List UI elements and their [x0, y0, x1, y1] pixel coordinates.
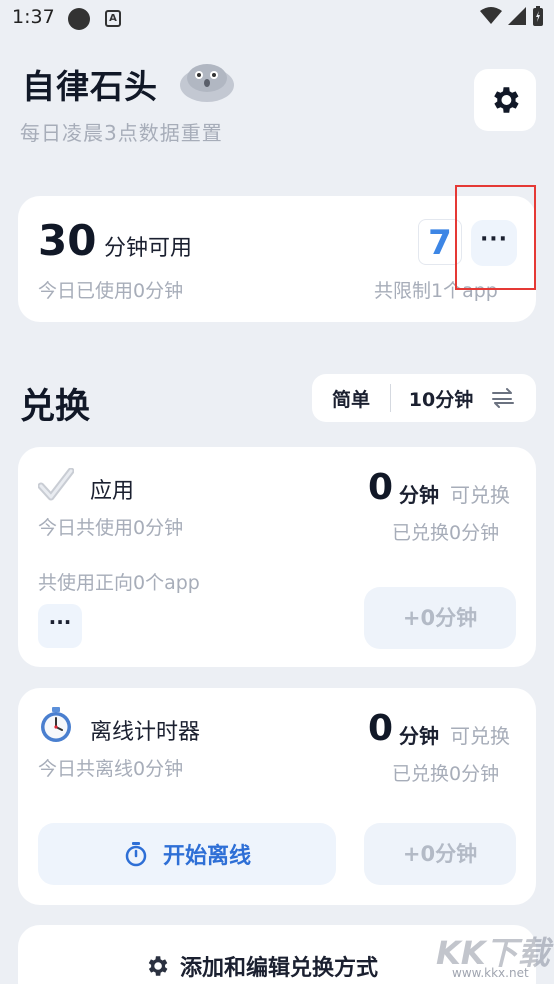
watermark-url: www.kkx.net [452, 966, 529, 980]
offline-exchanged-text: 已兑换0分钟 [392, 763, 500, 785]
apps-minutes-value: 0 [368, 467, 394, 508]
apps-exchangeable-label: 可兑换 [450, 483, 510, 507]
exchange-mode-selector[interactable]: 简单 10分钟 [312, 374, 536, 422]
edit-exchange-label: 添加和编辑兑换方式 [180, 956, 379, 981]
mode-simple-label[interactable]: 简单 [312, 385, 390, 412]
offline-timer-title: 离线计时器 [90, 720, 201, 745]
reset-note: 每日凌晨3点数据重置 [20, 121, 223, 145]
exchange-section-title: 兑换 [20, 387, 91, 427]
available-minutes-label: 分钟可用 [104, 236, 193, 261]
highlight-annotation [455, 185, 536, 290]
offline-usage-text: 今日共离线0分钟 [38, 758, 184, 780]
notification-dot-icon [68, 8, 90, 30]
offline-minutes-value: 0 [368, 708, 394, 749]
swap-icon [492, 388, 514, 408]
battery-icon [533, 6, 543, 26]
status-icons [480, 6, 544, 26]
available-minutes: 30 [38, 216, 97, 265]
app-title: 自律石头 [22, 67, 158, 106]
apps-usage-text: 今日共使用0分钟 [38, 517, 184, 539]
stone-mascot-icon [180, 64, 234, 102]
status-time: 1:37 [12, 6, 55, 28]
start-offline-button[interactable]: 开始离线 [38, 823, 336, 885]
apps-title: 应用 [90, 479, 135, 504]
checkmark-icon [38, 468, 74, 501]
apps-more-button[interactable]: ··· [38, 604, 82, 648]
start-offline-label: 开始离线 [162, 844, 251, 869]
timer-icon [125, 842, 147, 867]
offline-add-minutes-button[interactable]: +0分钟 [364, 823, 516, 885]
a-notification-icon: A [105, 10, 121, 27]
edit-exchange-button[interactable]: 添加和编辑兑换方式 [144, 950, 378, 982]
apps-positive-text: 共使用正向0个app [38, 572, 200, 594]
mode-duration-label[interactable]: 10分钟 [391, 385, 491, 412]
signal-icon [508, 7, 526, 25]
apps-minutes-unit: 分钟 [399, 483, 439, 507]
used-today-text: 今日已使用0分钟 [38, 280, 184, 302]
settings-button[interactable] [474, 69, 536, 131]
apps-add-minutes-button[interactable]: +0分钟 [364, 587, 516, 649]
gear-icon [148, 956, 168, 976]
stopwatch-icon [41, 707, 71, 742]
wifi-icon [480, 7, 502, 24]
gear-icon [494, 87, 519, 113]
offline-minutes-unit: 分钟 [399, 724, 439, 748]
offline-exchangeable-label: 可兑换 [450, 724, 510, 748]
apps-exchanged-text: 已兑换0分钟 [392, 522, 500, 544]
